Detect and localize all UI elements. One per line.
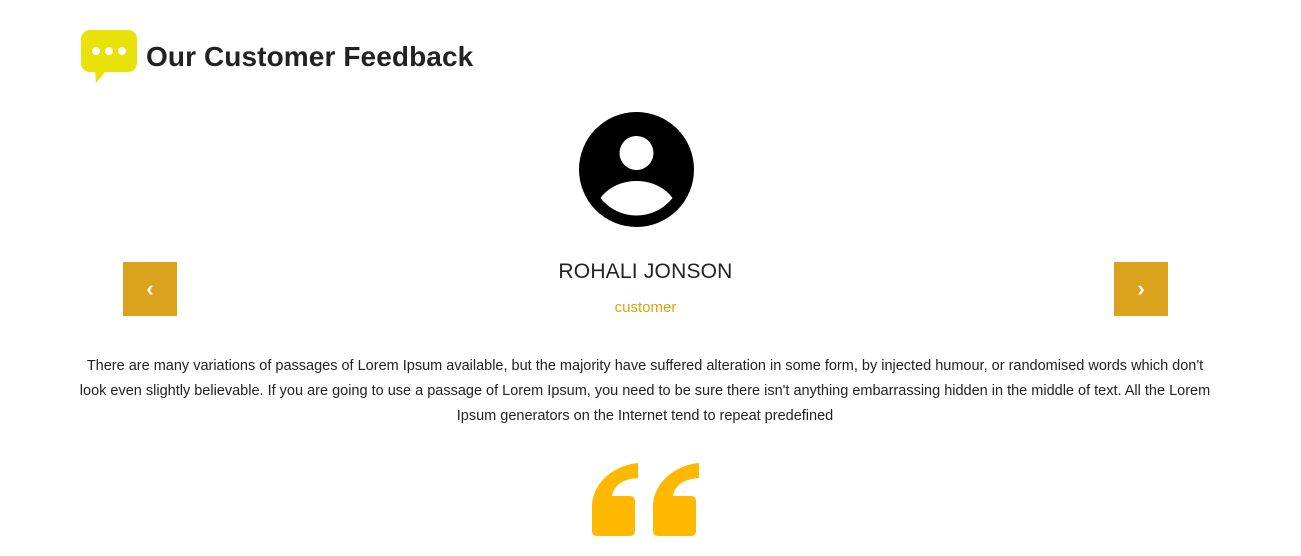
testimonial-name: ROHALI JONSON bbox=[558, 260, 733, 283]
chevron-right-icon: › bbox=[1137, 276, 1145, 301]
user-avatar-icon bbox=[579, 112, 694, 227]
testimonial-text: There are many variations of passages of… bbox=[79, 357, 1211, 424]
section-heading: Our Customer Feedback bbox=[81, 30, 473, 84]
quote-mark-icon bbox=[592, 463, 699, 536]
speech-bubble-icon bbox=[81, 30, 137, 83]
carousel-next-button[interactable]: › bbox=[1114, 262, 1168, 316]
testimonial-role: customer bbox=[614, 299, 677, 316]
section-title: Our Customer Feedback bbox=[146, 41, 474, 72]
